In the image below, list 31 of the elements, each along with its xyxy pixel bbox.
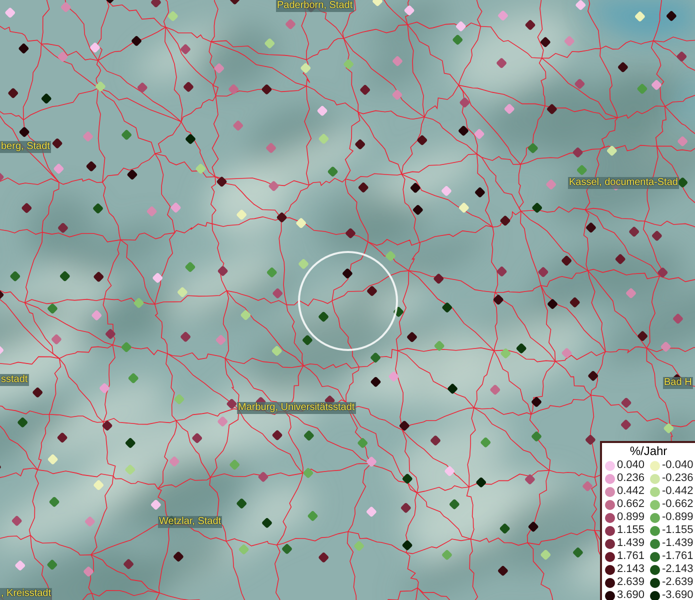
- place-label: Bad H: [663, 377, 693, 389]
- place-label: Marburg, Universitätsstadt: [237, 402, 356, 414]
- legend-value: 1.439: [617, 537, 645, 550]
- place-label: Paderborn, Stadt: [276, 0, 354, 12]
- legend-value: 3.690: [617, 589, 645, 600]
- legend-value: -2.143: [662, 563, 694, 576]
- legend-value: 2.639: [617, 576, 645, 589]
- legend-value: -2.639: [662, 576, 694, 589]
- legend-value: 1.761: [617, 550, 645, 563]
- legend-value: -0.040: [662, 459, 694, 472]
- place-label: sstadt: [0, 374, 29, 386]
- place-label: , Kreisstadt: [0, 588, 52, 600]
- legend-value: -0.442: [662, 485, 694, 498]
- legend-value: 1.155: [617, 524, 645, 537]
- place-label: Kassel, documenta-Stad: [568, 177, 679, 189]
- legend-value: -3.690: [662, 589, 694, 600]
- legend-value: 0.899: [617, 511, 645, 524]
- legend-value: -1.439: [662, 537, 694, 550]
- legend-value: 0.662: [617, 498, 645, 511]
- legend-value: -1.155: [662, 524, 694, 537]
- legend-value: -0.662: [662, 498, 694, 511]
- legend-value: -1.761: [662, 550, 694, 563]
- legend-value: 0.236: [617, 472, 645, 485]
- legend-title: %/Jahr: [628, 444, 668, 459]
- legend-value: -0.899: [662, 511, 694, 524]
- legend-value: 0.040: [617, 459, 645, 472]
- place-label: Wetzlar, Stadt: [158, 516, 222, 528]
- legend-value: 0.442: [617, 485, 645, 498]
- legend-value: -0.236: [662, 472, 694, 485]
- place-label: berg, Stadt: [0, 141, 51, 153]
- legend-value: 2.143: [617, 563, 645, 576]
